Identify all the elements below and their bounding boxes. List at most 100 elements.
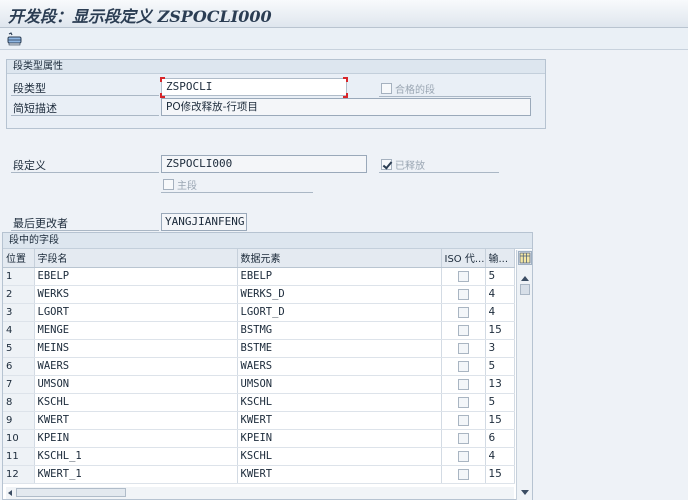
row-data-element[interactable]: KSCHL xyxy=(237,447,442,466)
table-row[interactable]: 1 EBELP EBELP 5 xyxy=(3,267,515,286)
row-position[interactable]: 1 xyxy=(3,267,35,286)
row-position[interactable]: 7 xyxy=(3,375,35,394)
row-data-element[interactable]: LGORT_D xyxy=(237,303,442,322)
table-row[interactable]: 10 KPEIN KPEIN 6 xyxy=(3,429,515,448)
row-output-length[interactable]: 4 xyxy=(485,285,515,304)
row-position[interactable]: 9 xyxy=(3,411,35,430)
row-data-element[interactable]: WAERS xyxy=(237,357,442,376)
row-data-element[interactable]: WERKS_D xyxy=(237,285,442,304)
row-output-length[interactable]: 5 xyxy=(485,267,515,286)
row-position[interactable]: 3 xyxy=(3,303,35,322)
row-field-name[interactable]: UMSON xyxy=(34,375,238,394)
row-iso-checkbox[interactable] xyxy=(457,360,469,372)
row-iso-checkbox[interactable] xyxy=(457,432,469,444)
short-description-field[interactable]: PO修改释放-行项目 xyxy=(161,98,531,116)
row-iso-checkbox[interactable] xyxy=(457,396,469,408)
qualified-segment-label: 合格的段 xyxy=(395,84,435,96)
table-row[interactable]: 9 KWERT KWERT 15 xyxy=(3,411,515,430)
row-field-name[interactable]: WERKS xyxy=(34,285,238,304)
qualified-segment-checkbox[interactable] xyxy=(381,82,392,94)
row-data-element[interactable]: UMSON xyxy=(237,375,442,394)
row-output-length[interactable]: 5 xyxy=(485,357,515,376)
focus-corner xyxy=(160,77,165,82)
horizontal-scroll-thumb[interactable] xyxy=(16,488,126,497)
vertical-scroll-thumb[interactable] xyxy=(520,284,530,295)
row-field-name[interactable]: KPEIN xyxy=(34,429,238,448)
row-position[interactable]: 5 xyxy=(3,339,35,358)
table-row[interactable]: 5 MEINS BSTME 3 xyxy=(3,339,515,358)
row-data-element[interactable]: BSTMG xyxy=(237,321,442,340)
row-output-length[interactable]: 5 xyxy=(485,393,515,412)
table-row[interactable]: 3 LGORT LGORT_D 4 xyxy=(3,303,515,322)
col-header-output-length[interactable]: 输... xyxy=(485,249,515,268)
row-data-element[interactable]: KSCHL xyxy=(237,393,442,412)
scroll-down-arrow-icon[interactable] xyxy=(521,490,529,495)
row-field-name[interactable]: LGORT xyxy=(34,303,238,322)
row-field-name[interactable]: MENGE xyxy=(34,321,238,340)
row-output-length[interactable]: 15 xyxy=(485,321,515,340)
label-underline xyxy=(379,172,499,173)
row-output-length[interactable]: 15 xyxy=(485,465,515,484)
scroll-left-arrow-icon[interactable] xyxy=(8,490,12,496)
col-header-data-element[interactable]: 数据元素 xyxy=(237,249,442,268)
page-title: 开发段：显示段定义 ZSPOCLI000 xyxy=(8,7,272,26)
row-data-element[interactable]: KWERT xyxy=(237,465,442,484)
table-row[interactable]: 6 WAERS WAERS 5 xyxy=(3,357,515,376)
table-row[interactable]: 11 KSCHL_1 KSCHL 4 xyxy=(3,447,515,466)
row-iso-cell xyxy=(441,303,486,322)
row-field-name[interactable]: KWERT xyxy=(34,411,238,430)
horizontal-scrollbar[interactable] xyxy=(6,487,514,499)
row-output-length[interactable]: 6 xyxy=(485,429,515,448)
row-field-name[interactable]: KSCHL_1 xyxy=(34,447,238,466)
table-row[interactable]: 12 KWERT_1 KWERT 15 xyxy=(3,465,515,484)
row-field-name[interactable]: EBELP xyxy=(34,267,238,286)
released-checkbox[interactable] xyxy=(381,158,392,170)
row-position[interactable]: 8 xyxy=(3,393,35,412)
row-iso-checkbox[interactable] xyxy=(457,306,469,318)
scroll-up-arrow-icon[interactable] xyxy=(521,276,529,281)
row-iso-checkbox[interactable] xyxy=(457,324,469,336)
row-position[interactable]: 4 xyxy=(3,321,35,340)
row-data-element[interactable]: KWERT xyxy=(237,411,442,430)
table-row[interactable]: 8 KSCHL KSCHL 5 xyxy=(3,393,515,412)
row-position[interactable]: 11 xyxy=(3,447,35,466)
row-position[interactable]: 10 xyxy=(3,429,35,448)
row-iso-cell xyxy=(441,321,486,340)
row-field-name[interactable]: KSCHL xyxy=(34,393,238,412)
row-iso-checkbox[interactable] xyxy=(457,288,469,300)
row-field-name[interactable]: WAERS xyxy=(34,357,238,376)
row-output-length[interactable]: 15 xyxy=(485,411,515,430)
row-position[interactable]: 2 xyxy=(3,285,35,304)
last-changed-by-field[interactable]: YANGJIANFENG xyxy=(161,213,247,231)
segment-fields-table-group: 段中的字段 位置 字段名 数据元素 ISO 代... 输... 1 EBELP EB… xyxy=(2,232,533,500)
row-iso-checkbox[interactable] xyxy=(457,270,469,282)
col-header-iso-code[interactable]: ISO 代... xyxy=(441,249,486,268)
row-field-name[interactable]: MEINS xyxy=(34,339,238,358)
row-field-name[interactable]: KWERT_1 xyxy=(34,465,238,484)
table-row[interactable]: 4 MENGE BSTMG 15 xyxy=(3,321,515,340)
row-iso-checkbox[interactable] xyxy=(457,342,469,354)
col-header-position[interactable]: 位置 xyxy=(3,249,35,268)
row-output-length[interactable]: 4 xyxy=(485,303,515,322)
table-row[interactable]: 7 UMSON UMSON 13 xyxy=(3,375,515,394)
main-segment-checkbox[interactable] xyxy=(163,178,174,190)
row-iso-checkbox[interactable] xyxy=(457,378,469,390)
row-iso-checkbox[interactable] xyxy=(457,468,469,480)
row-position[interactable]: 12 xyxy=(3,465,35,484)
segment-type-field[interactable]: ZSPOCLI xyxy=(161,78,347,96)
table-settings-icon[interactable] xyxy=(518,251,532,265)
row-position[interactable]: 6 xyxy=(3,357,35,376)
row-data-element[interactable]: EBELP xyxy=(237,267,442,286)
col-header-field-name[interactable]: 字段名 xyxy=(34,249,238,268)
table-row[interactable]: 2 WERKS WERKS_D 4 xyxy=(3,285,515,304)
row-data-element[interactable]: BSTME xyxy=(237,339,442,358)
row-iso-checkbox[interactable] xyxy=(457,414,469,426)
vertical-scrollbar[interactable] xyxy=(516,250,532,500)
row-output-length[interactable]: 4 xyxy=(485,447,515,466)
segment-definition-field[interactable]: ZSPOCLI000 xyxy=(161,155,367,173)
row-data-element[interactable]: KPEIN xyxy=(237,429,442,448)
glasses-icon[interactable] xyxy=(6,31,24,47)
row-output-length[interactable]: 3 xyxy=(485,339,515,358)
row-iso-checkbox[interactable] xyxy=(457,450,469,462)
row-output-length[interactable]: 13 xyxy=(485,375,515,394)
